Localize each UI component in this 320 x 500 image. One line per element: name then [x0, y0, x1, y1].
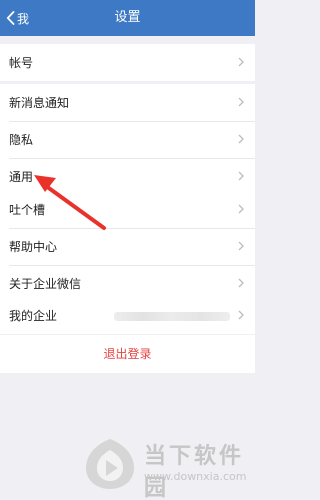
annotation-arrow: [34, 175, 106, 230]
watermark-logo-icon: [86, 439, 134, 489]
watermark: 当下软件园 www.downxia.com: [82, 434, 247, 500]
watermark-name: 当下软件园: [144, 444, 245, 500]
watermark-url: www.downxia.com: [144, 470, 247, 483]
